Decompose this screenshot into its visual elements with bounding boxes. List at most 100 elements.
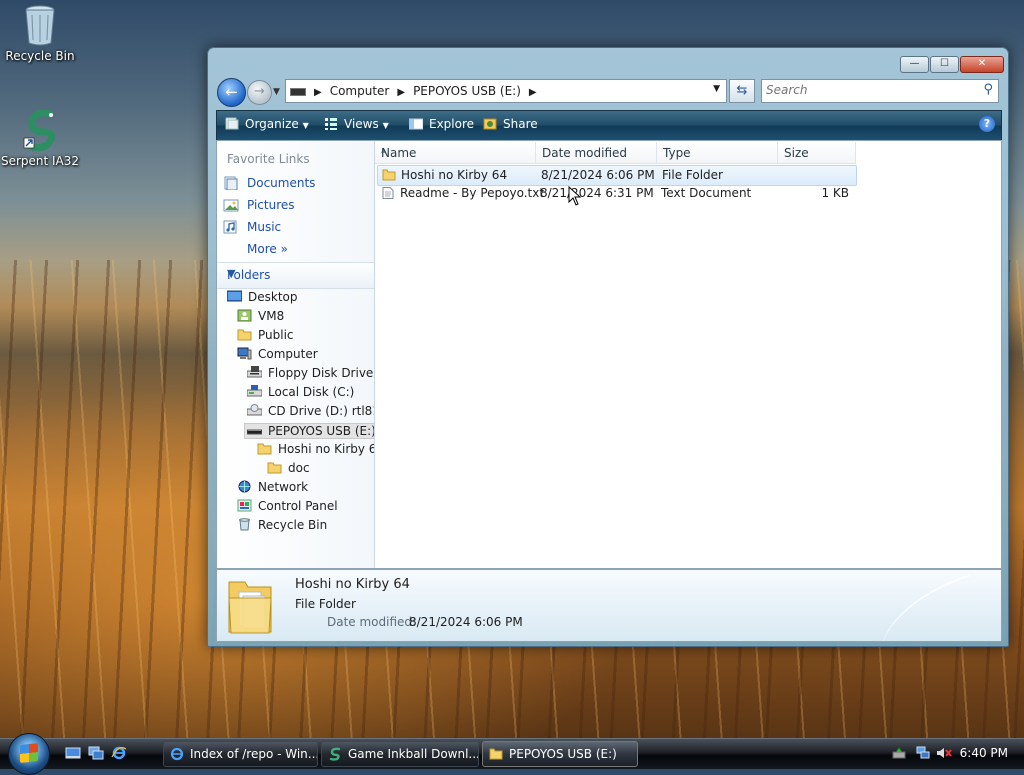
file-name: Hoshi no Kirby 64: [401, 168, 508, 182]
tree-item-vm8[interactable]: VM8: [237, 309, 284, 323]
file-name: Readme - By Pepoyo.txt: [400, 186, 545, 200]
tree-item-recycle-bin[interactable]: Recycle Bin: [237, 518, 327, 532]
tree-item-control-panel[interactable]: Control Panel: [237, 499, 338, 513]
taskbar-button-explorer[interactable]: PEPOYOS USB (E:): [482, 741, 638, 767]
tree-item-desktop[interactable]: Desktop: [227, 290, 298, 304]
forward-button[interactable]: →: [247, 80, 272, 105]
close-button[interactable]: ✕: [960, 56, 1004, 73]
organize-icon: [225, 117, 239, 130]
recycle-bin-icon: [239, 518, 250, 531]
ie-icon: [170, 747, 184, 761]
taskbar-button-ie[interactable]: Index of /repo - Win...: [163, 741, 318, 767]
tree-item-hoshi-no-kirby-64[interactable]: Hoshi no Kirby 64: [257, 442, 374, 456]
user-folder-icon: [237, 309, 252, 322]
tree-item-label: Recycle Bin: [258, 518, 328, 532]
volume-muted-icon[interactable]: [936, 746, 952, 760]
control-panel-icon: [237, 499, 252, 512]
folders-header[interactable]: Folders ▼: [217, 262, 374, 289]
minimize-button[interactable]: —: [900, 56, 929, 73]
cd-drive-icon: [247, 404, 262, 416]
taskbar-button-game-inkball[interactable]: Game Inkball Downl...: [321, 741, 479, 767]
tree-item-cd-drive[interactable]: CD Drive (D:) rtl8139: [247, 404, 374, 418]
favorite-links-heading: Favorite Links: [227, 152, 310, 166]
tree-item-label: PEPOYOS USB (E:): [268, 424, 375, 438]
tree-item-usb-drive[interactable]: PEPOYOS USB (E:): [244, 423, 375, 439]
tree-item-floppy[interactable]: Floppy Disk Drive (A: [247, 366, 374, 380]
breadcrumb-usb-drive[interactable]: PEPOYOS USB (E:): [413, 84, 521, 98]
favorite-links-more[interactable]: More »: [247, 242, 288, 256]
show-desktop-icon[interactable]: [65, 746, 81, 760]
internet-explorer-icon[interactable]: [111, 746, 127, 760]
navigation-bar: ← → ▼ ▶ Computer ▶ PEPOYOS USB (E:) ▶ ▼ ⇆ ⚲: [216, 76, 1000, 108]
search-input[interactable]: [762, 80, 966, 100]
search-icon[interactable]: ⚲: [983, 82, 993, 97]
tree-item-doc[interactable]: doc: [267, 461, 310, 475]
share-label: Share: [503, 117, 538, 131]
column-header-label: Size: [784, 146, 809, 160]
share-button[interactable]: Share: [483, 117, 538, 131]
refresh-button[interactable]: ⇆: [729, 79, 755, 103]
column-header-size[interactable]: Size: [778, 142, 856, 164]
folder-icon: [257, 443, 272, 455]
column-header-type[interactable]: Type: [657, 142, 778, 164]
help-button[interactable]: ?: [979, 116, 995, 132]
network-icon: [238, 480, 251, 493]
tree-item-local-disk[interactable]: Local Disk (C:): [247, 385, 354, 399]
file-date: 8/21/2024 6:31 PM: [540, 186, 654, 200]
back-button[interactable]: ←: [217, 78, 246, 107]
taskbar: Index of /repo - Win... Game Inkball Dow…: [0, 733, 1024, 775]
desktop-icon-recycle-bin[interactable]: Recycle Bin: [0, 3, 80, 63]
clock[interactable]: 6:40 PM: [960, 746, 1008, 760]
refresh-icon: ⇆: [736, 83, 748, 98]
organize-button[interactable]: Organize ▼: [225, 117, 309, 131]
breadcrumb-separator[interactable]: ▶: [529, 87, 537, 98]
address-dropdown-icon[interactable]: ▼: [713, 84, 720, 94]
explore-icon: [409, 118, 423, 130]
maximize-button[interactable]: ☐: [930, 56, 959, 73]
share-icon: [483, 118, 497, 130]
file-row-readme[interactable]: Readme - By Pepoyo.txt 8/21/2024 6:31 PM…: [377, 184, 855, 203]
column-header-label: Type: [663, 146, 691, 160]
tree-item-label: Control Panel: [258, 499, 338, 513]
desktop-icon: [227, 290, 242, 302]
favorite-link-music[interactable]: Music: [223, 220, 281, 234]
chevron-down-icon: ▼: [382, 121, 389, 130]
favorite-link-pictures[interactable]: Pictures: [223, 198, 295, 212]
explorer-window: — ☐ ✕ ← → ▼ ▶ Computer ▶ PEPOYOS USB (E:) ▶ …: [207, 47, 1009, 647]
file-row-hoshi-no-kirby-64[interactable]: Hoshi no Kirby 64 8/21/2024 6:06 PM File…: [377, 165, 857, 186]
windows-logo-icon: [20, 743, 38, 763]
start-button[interactable]: [8, 733, 50, 775]
tree-item-computer[interactable]: Computer: [237, 347, 318, 361]
column-header-name[interactable]: ▲ Name: [375, 142, 536, 164]
switch-windows-icon[interactable]: [88, 746, 104, 760]
tree-item-label: doc: [288, 461, 310, 475]
forward-arrow-icon: →: [254, 84, 265, 99]
breadcrumb-separator[interactable]: ▶: [314, 87, 322, 98]
network-tray-icon[interactable]: [916, 746, 930, 760]
explore-label: Explore: [429, 117, 475, 131]
floppy-drive-icon: [247, 366, 262, 378]
tree-item-label: CD Drive (D:) rtl8139: [268, 404, 374, 418]
column-header-date-modified[interactable]: Date modified: [536, 142, 657, 164]
recent-pages-dropdown[interactable]: ▼: [273, 87, 280, 97]
safely-remove-hardware-icon[interactable]: [892, 746, 906, 760]
back-arrow-icon: ←: [225, 83, 238, 101]
documents-icon: [224, 176, 238, 190]
help-icon: ?: [983, 117, 991, 130]
breadcrumb-computer[interactable]: Computer: [330, 84, 390, 98]
views-button[interactable]: Views ▼: [324, 117, 389, 131]
folder-icon: [489, 748, 503, 760]
explore-button[interactable]: Explore: [409, 117, 474, 131]
address-bar[interactable]: ▶ Computer ▶ PEPOYOS USB (E:) ▶ ▼: [285, 79, 727, 103]
details-date-value: 8/21/2024 6:06 PM: [409, 615, 523, 629]
computer-icon: [237, 347, 252, 360]
tree-item-network[interactable]: Network: [237, 480, 308, 494]
desktop-icon-serpent[interactable]: Serpent IA32: [0, 108, 80, 168]
breadcrumb: ▶ Computer ▶ PEPOYOS USB (E:) ▶: [290, 84, 545, 98]
favorite-link-label: Music: [247, 220, 282, 234]
breadcrumb-separator[interactable]: ▶: [397, 87, 405, 98]
search-box: ⚲: [761, 79, 999, 103]
tree-item-public[interactable]: Public: [237, 328, 294, 342]
favorite-link-documents[interactable]: Documents: [223, 176, 315, 190]
chevron-down-icon: ▼: [302, 121, 309, 130]
